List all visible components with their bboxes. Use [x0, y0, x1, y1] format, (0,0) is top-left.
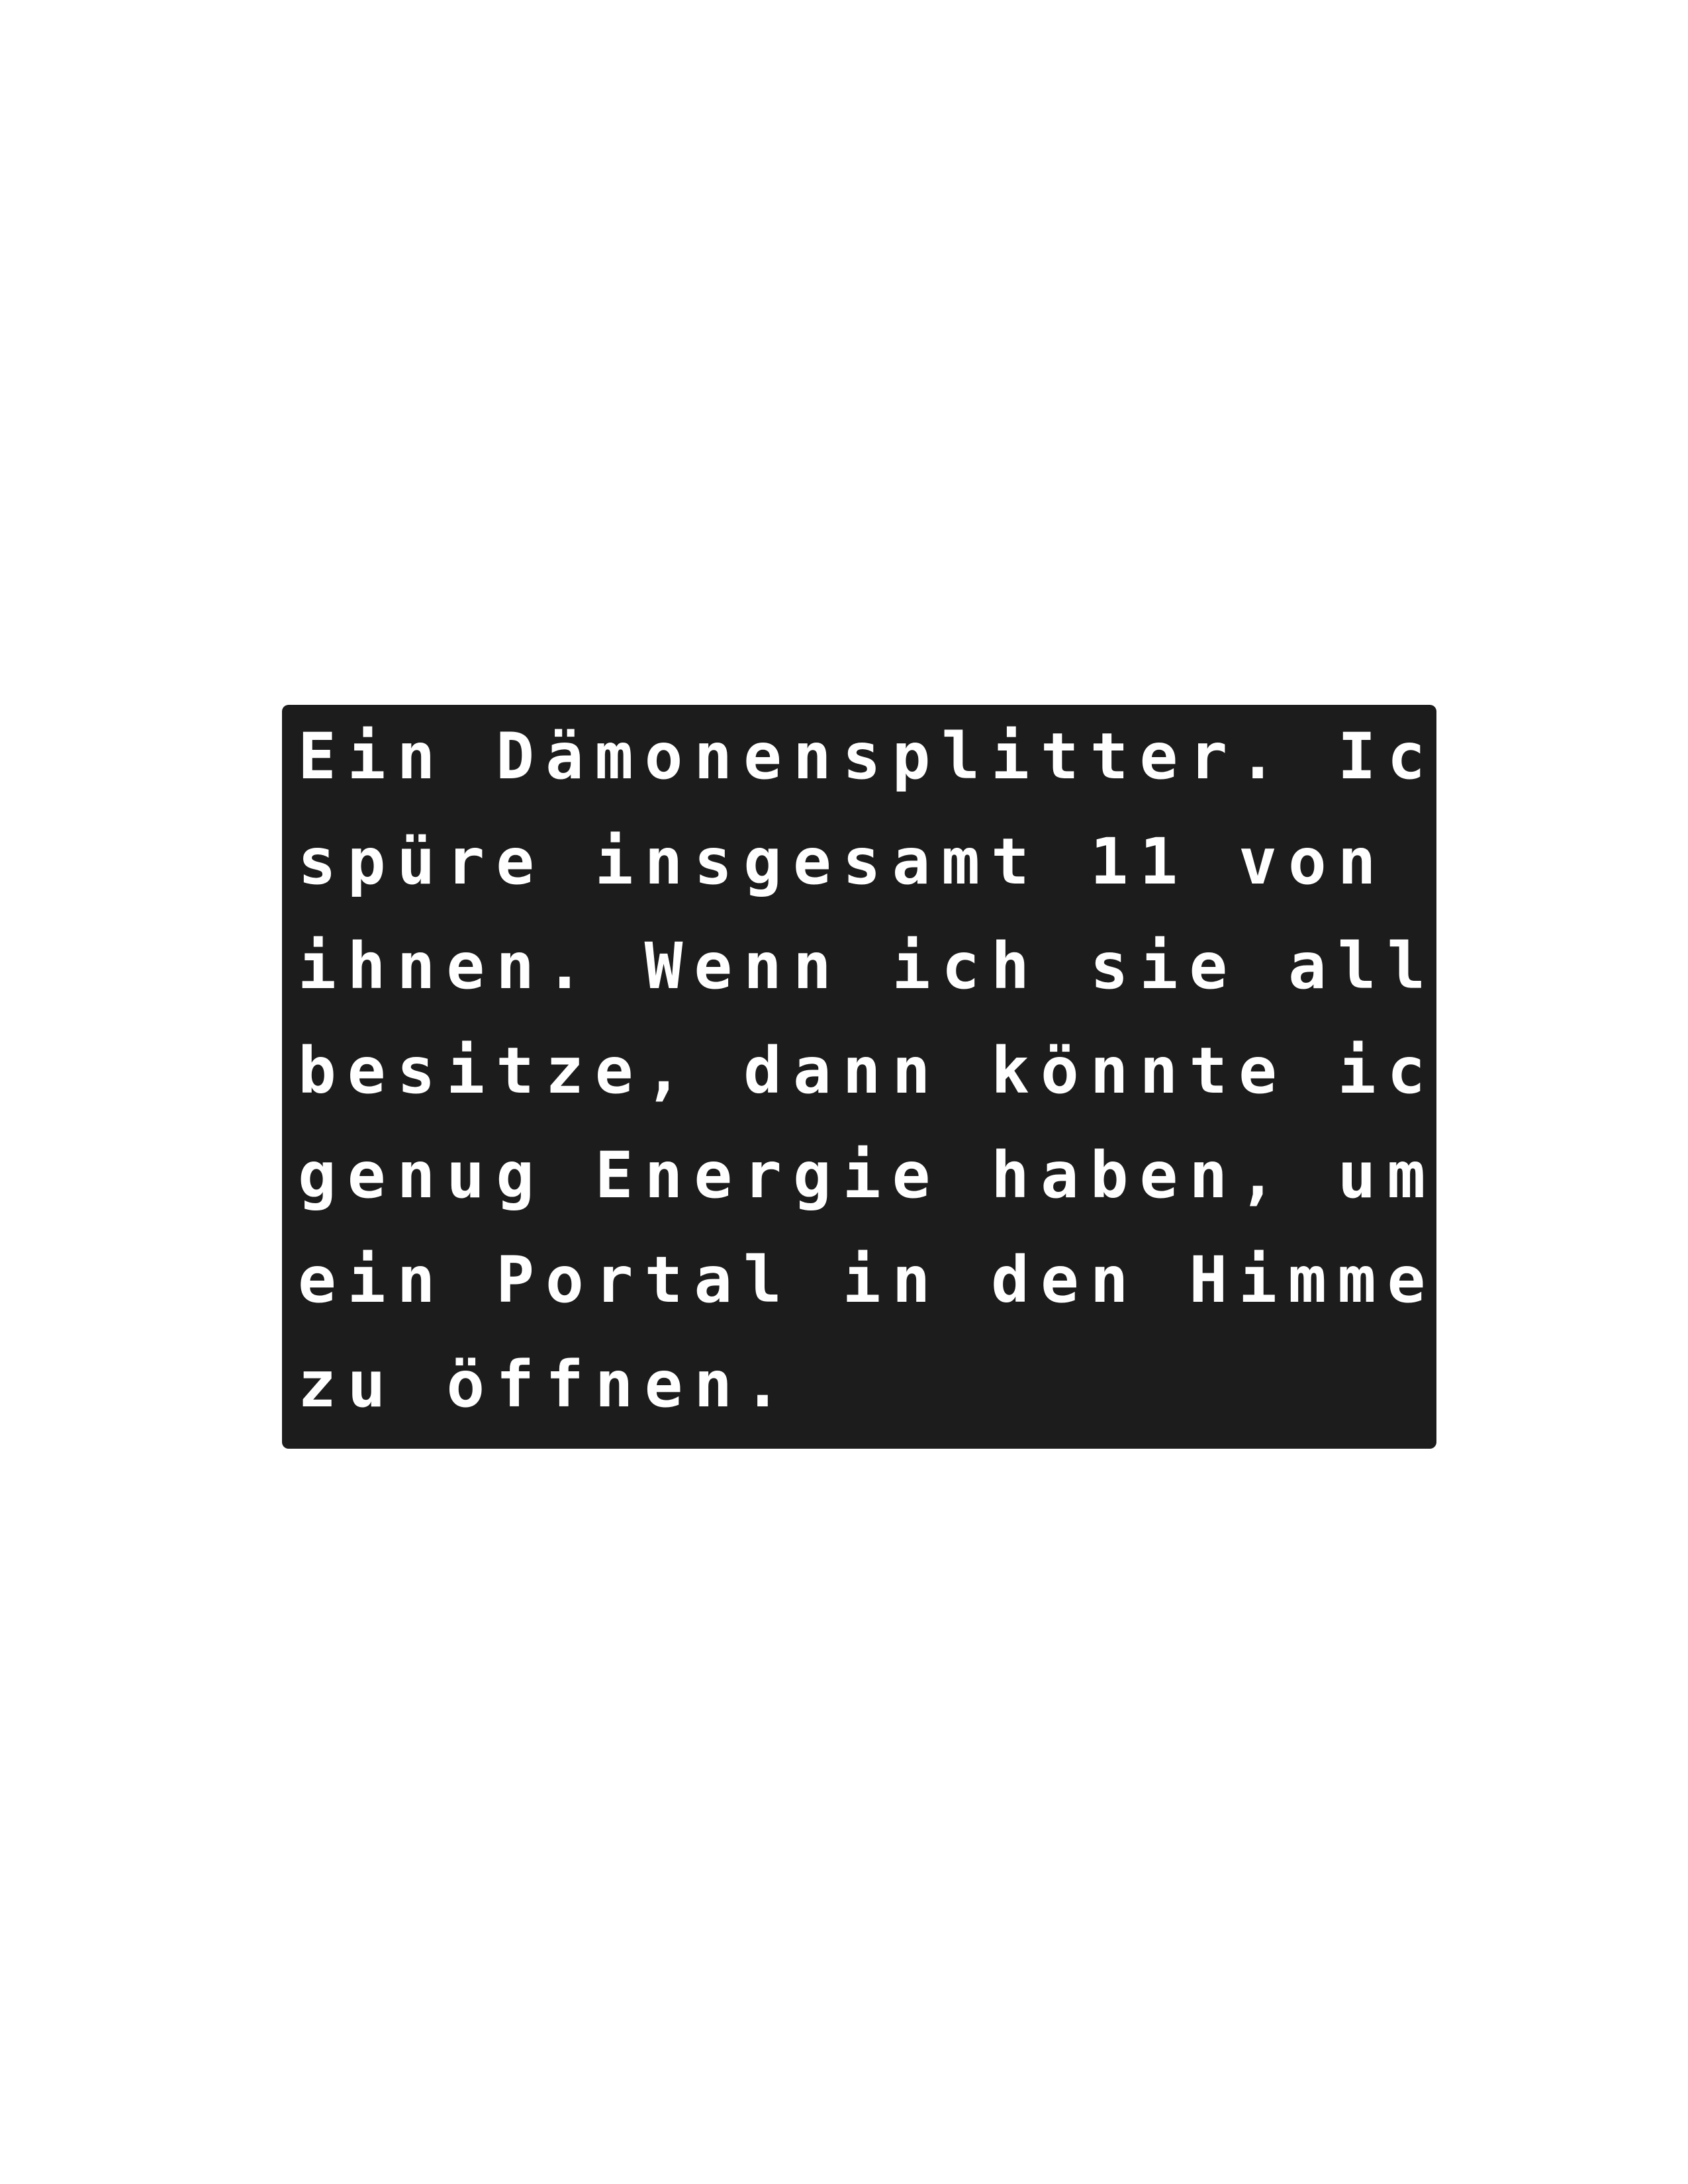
dialog-text-line: zu öffnen. — [298, 1347, 793, 1422]
dialog-text-line: Ein Dämonensplitter. Ich — [298, 719, 1487, 794]
dialog-text-line: ihnen. Wenn ich sie alle — [298, 929, 1487, 1003]
dialog-text-line: besitze, dann könnte ich — [298, 1034, 1487, 1108]
dialog-box[interactable]: Ein Dämonensplitter. Ich spüre insgesamt… — [282, 705, 1475, 1449]
dialog-text-line: ein Portal in den Himmel — [298, 1243, 1487, 1317]
dialog-text-line: spüre insgesamt 11 von — [298, 825, 1387, 899]
dialog-text-line: genug Energie haben, um — [298, 1138, 1437, 1212]
